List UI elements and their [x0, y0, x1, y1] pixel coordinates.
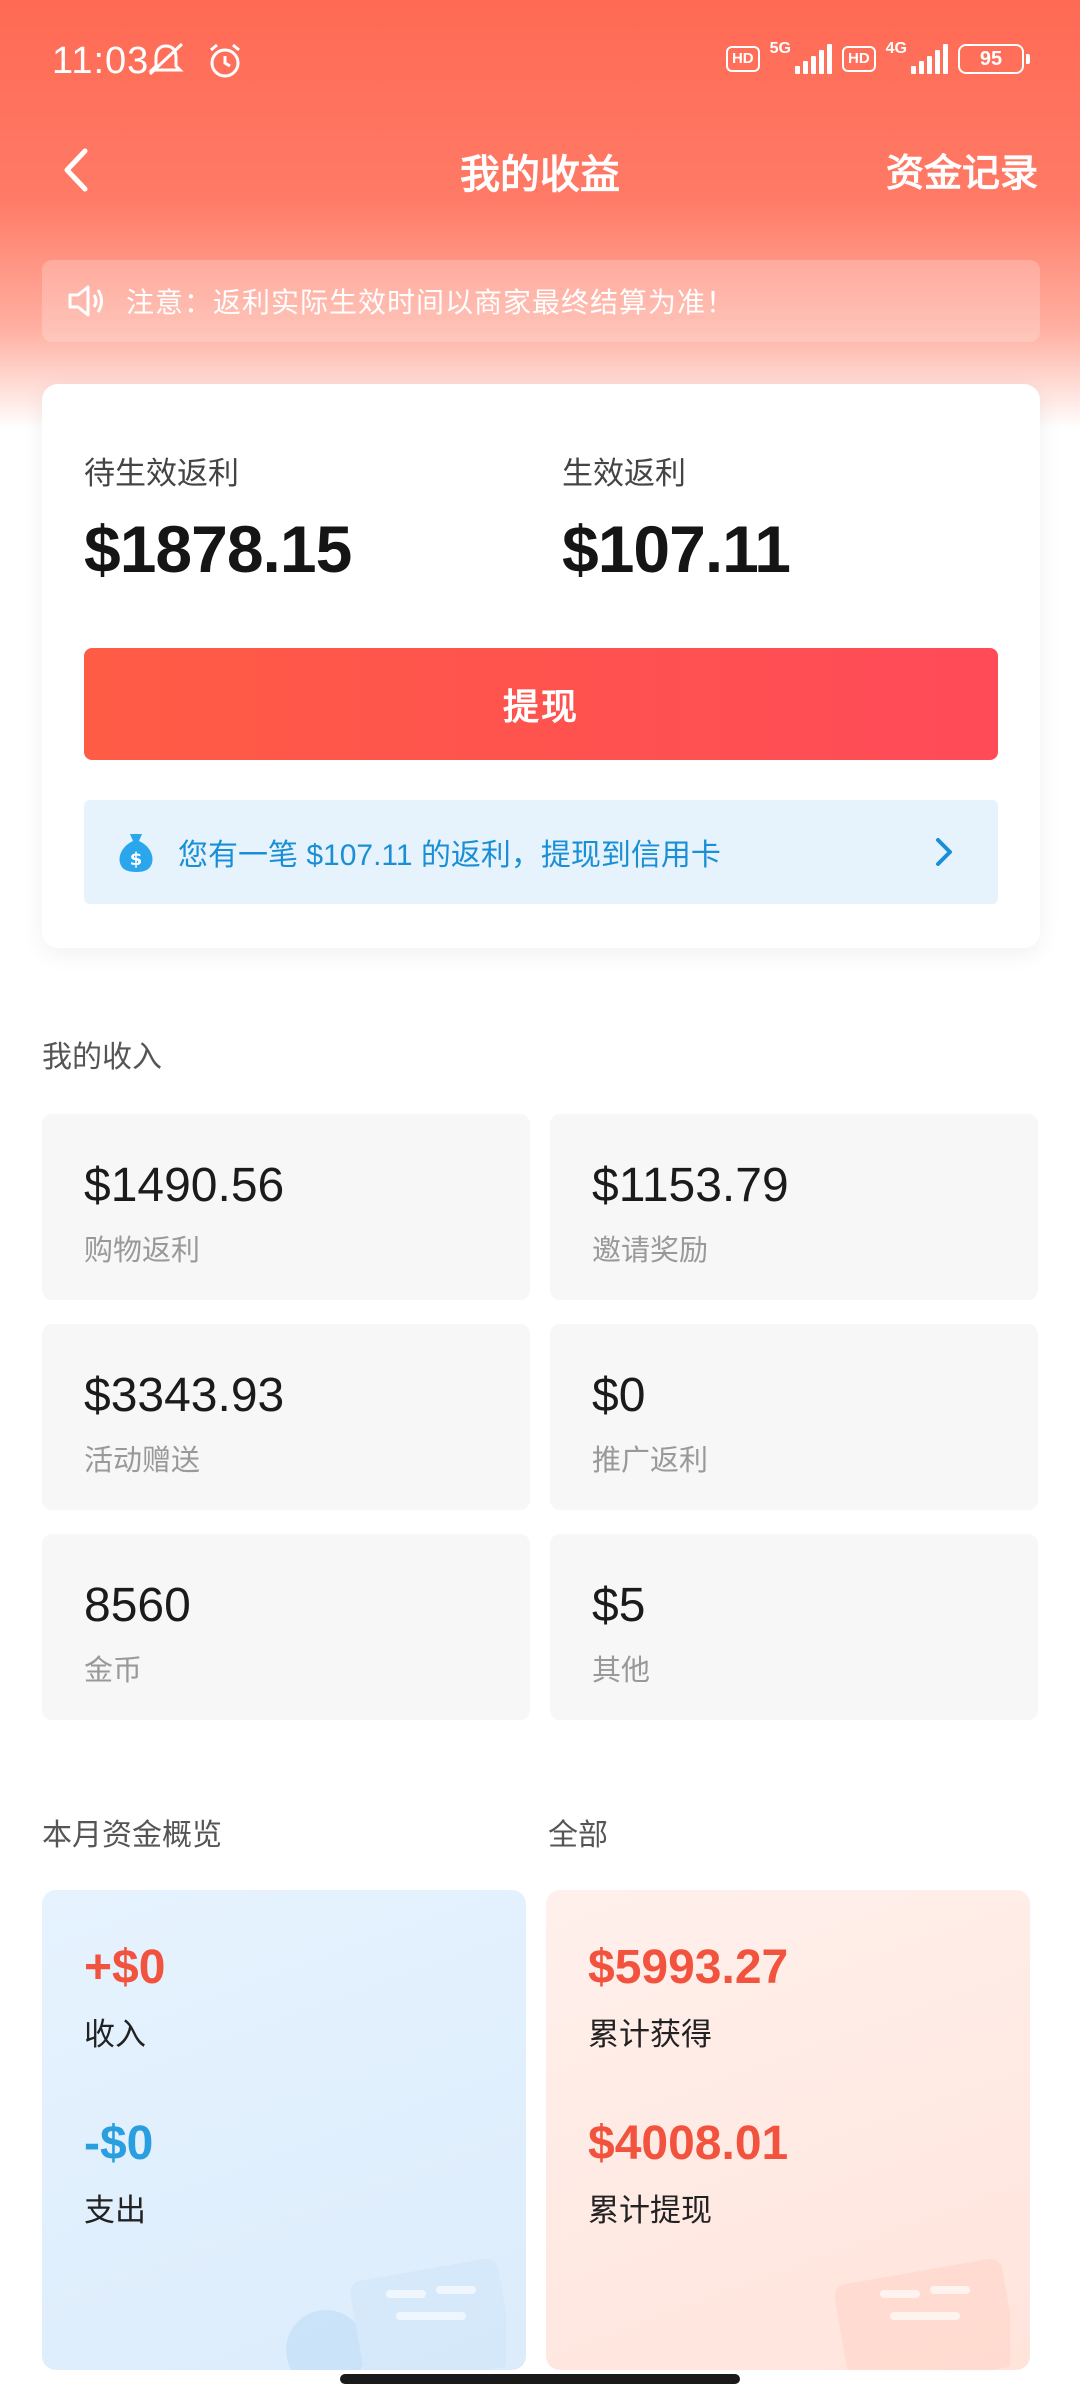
effective-rebate-value: $107.11	[562, 512, 791, 586]
month-income-value: +$0	[84, 1941, 166, 1994]
effective-rebate-label: 生效返利	[562, 456, 686, 491]
effective-rebate: 生效返利 $107.11	[562, 448, 791, 587]
alarm-icon	[206, 42, 244, 85]
month-expense-value: -$0	[84, 2117, 154, 2170]
mute-icon	[146, 42, 186, 83]
withdraw-to-credit-card-banner[interactable]: $ 您有一笔 $107.11 的返利，提现到信用卡	[84, 800, 998, 904]
app-header: 我的收益 资金记录	[0, 128, 1080, 208]
battery-icon: 95	[958, 44, 1030, 74]
income-tile-other[interactable]: $5 其他	[550, 1534, 1038, 1720]
fund-records-link[interactable]: 资金记录	[886, 142, 1038, 197]
card-decoration-icon	[286, 2258, 506, 2370]
income-value: $1490.56	[84, 1159, 285, 1212]
card-decoration-icon	[834, 2258, 1010, 2370]
status-bar: 11:03 HD 5G HD 4G 95	[0, 0, 1080, 130]
total-earned-label: 累计获得	[588, 2017, 712, 2052]
monthly-overview-title: 本月资金概览	[42, 1819, 222, 1852]
chevron-right-icon	[936, 838, 952, 866]
svg-text:$: $	[130, 849, 143, 870]
month-income-label: 收入	[84, 2017, 146, 2052]
income-value: 8560	[84, 1579, 191, 1632]
income-tile-coins[interactable]: 8560 金币	[42, 1534, 530, 1720]
income-label: 其他	[592, 1655, 651, 1687]
home-indicator[interactable]	[340, 2374, 740, 2384]
income-tile-promotion-rebate[interactable]: $0 推广返利	[550, 1324, 1038, 1510]
income-label: 金币	[84, 1655, 143, 1687]
income-label: 推广返利	[592, 1445, 709, 1477]
withdraw-button[interactable]: 提现	[84, 648, 998, 760]
income-tile-activity-gift[interactable]: $3343.93 活动赠送	[42, 1324, 530, 1510]
speaker-icon	[64, 279, 108, 323]
signal-icon-1	[794, 44, 832, 74]
income-label: 邀请奖励	[592, 1235, 709, 1267]
income-tile-invite-reward[interactable]: $1153.79 邀请奖励	[550, 1114, 1038, 1300]
income-value: $3343.93	[84, 1369, 285, 1422]
network-4g-label: 4G	[885, 40, 907, 57]
all-overview-title: 全部	[548, 1819, 608, 1852]
total-earned-value: $5993.27	[588, 1941, 789, 1994]
total-withdrawn-value: $4008.01	[588, 2117, 789, 2170]
pending-rebate-label: 待生效返利	[84, 456, 239, 491]
network-5g-label: 5G	[769, 40, 791, 57]
promo-text: 您有一笔 $107.11 的返利，提现到信用卡	[178, 839, 721, 872]
pending-rebate-value: $1878.15	[84, 512, 352, 586]
income-tile-shopping-rebate[interactable]: $1490.56 购物返利	[42, 1114, 530, 1300]
total-overview-card[interactable]: $5993.27 累计获得 $4008.01 累计提现	[546, 1890, 1030, 2370]
income-value: $1153.79	[592, 1159, 789, 1212]
status-time: 11:03	[52, 40, 150, 82]
income-value: $5	[592, 1579, 646, 1632]
notice-banner: 注意：返利实际生效时间以商家最终结算为准！	[42, 260, 1040, 342]
signal-icon-2	[911, 44, 948, 74]
pending-rebate: 待生效返利 $1878.15	[84, 448, 352, 587]
status-indicators: HD 5G HD 4G 95	[725, 40, 1030, 74]
notice-text: 注意：返利实际生效时间以商家最终结算为准！	[126, 287, 736, 318]
money-bag-icon: $	[119, 834, 153, 872]
hd-badge-1: HD	[725, 46, 760, 72]
hd-badge-2: HD	[841, 46, 876, 72]
income-label: 活动赠送	[84, 1445, 201, 1477]
my-income-title: 我的收入	[42, 1041, 162, 1074]
income-label: 购物返利	[84, 1235, 201, 1267]
monthly-overview-card[interactable]: +$0 收入 -$0 支出	[42, 1890, 526, 2370]
income-value: $0	[592, 1369, 646, 1422]
balance-card: 待生效返利 $1878.15 生效返利 $107.11 提现 $ 您有一笔 $1…	[42, 384, 1040, 948]
